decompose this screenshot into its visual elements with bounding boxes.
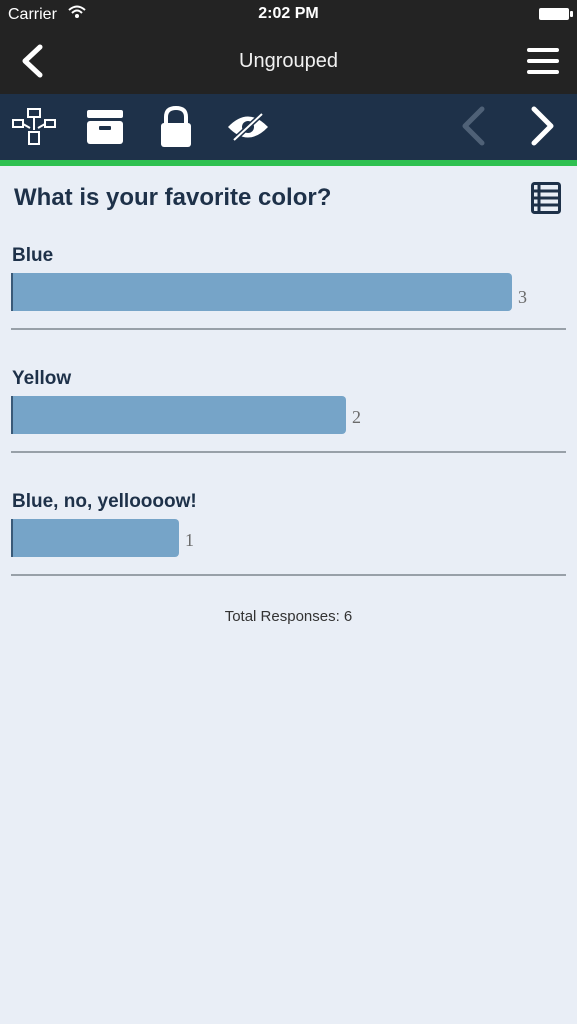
- nav-title: Ungrouped: [239, 50, 338, 72]
- battery-icon: [539, 8, 573, 20]
- flowchart-icon[interactable]: [12, 108, 56, 151]
- archive-icon[interactable]: [85, 106, 125, 151]
- answer-label: Yellow: [12, 368, 72, 389]
- list-icon[interactable]: [531, 182, 561, 219]
- answer-count: 1: [185, 530, 194, 550]
- navigation-bar: Ungrouped: [0, 30, 577, 94]
- status-time: 2:02 PM: [258, 5, 319, 22]
- question-title: What is your favorite color?: [14, 184, 332, 211]
- lock-icon[interactable]: [158, 105, 194, 153]
- answer-count: 3: [518, 287, 527, 307]
- answer-bar: [11, 519, 179, 557]
- divider: [11, 574, 566, 576]
- chevron-right-icon[interactable]: [530, 106, 556, 151]
- answer-count: 2: [352, 407, 361, 427]
- answer-bar: [11, 396, 346, 434]
- answer-label: Blue, no, yelloooow!: [12, 491, 197, 512]
- toolbar: [0, 94, 577, 160]
- status-bar: Carrier 2:02 PM: [0, 0, 577, 30]
- hamburger-menu-icon[interactable]: [527, 48, 559, 79]
- divider: [11, 451, 566, 453]
- chevron-left-icon[interactable]: [460, 106, 486, 151]
- answer-bar: [11, 273, 512, 311]
- accent-bar: [0, 160, 577, 166]
- total-responses: Total Responses: 6: [224, 608, 353, 625]
- answer-label: Blue: [12, 245, 54, 266]
- divider: [11, 328, 566, 330]
- eye-off-icon[interactable]: [226, 112, 270, 147]
